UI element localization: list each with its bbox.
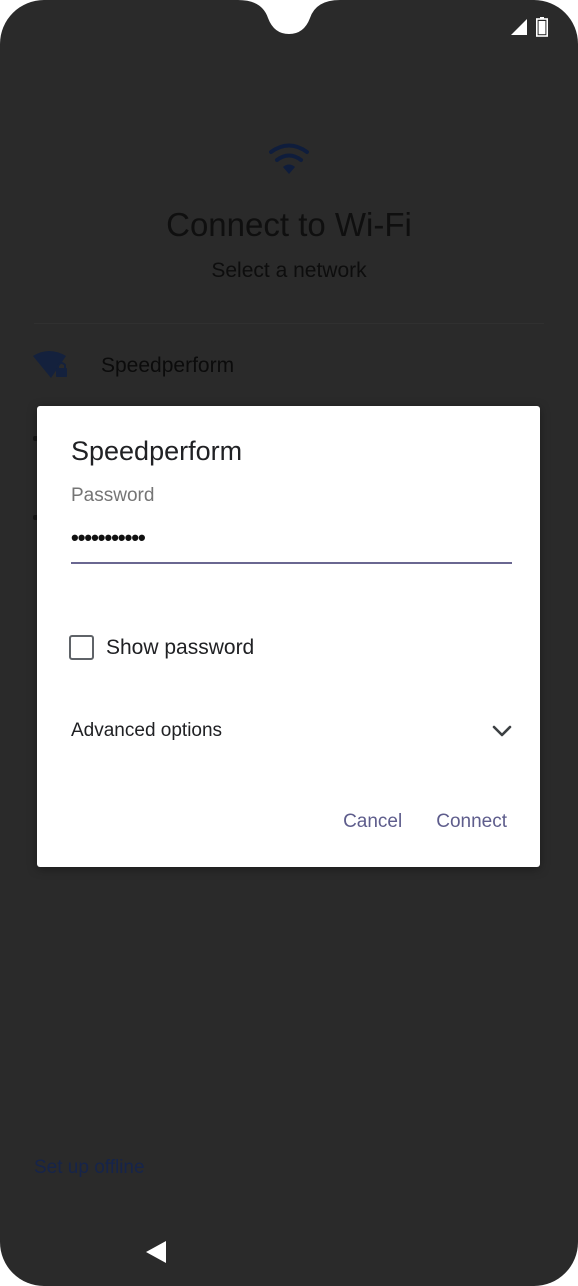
advanced-options-toggle[interactable]: Advanced options [71,714,512,748]
password-value: ••••••••••• [71,525,146,550]
dialog-actions: Cancel Connect [343,811,507,833]
back-icon[interactable] [146,1241,166,1263]
setup-offline-link[interactable]: Set up offline [34,1157,145,1179]
password-label: Password [71,485,155,506]
wifi-icon [269,143,309,174]
page-title: Connect to Wi-Fi [166,206,412,243]
network-list-item[interactable]: Speedperform [32,346,542,386]
page-subtitle: Select a network [211,259,367,282]
dialog-title: Speedperform [71,436,243,466]
phone-screen: Connect to Wi-Fi Select a network Speedp… [0,0,578,1286]
checkbox-box[interactable] [69,635,94,660]
connect-button[interactable]: Connect [436,811,507,833]
wifi-password-dialog: Speedperform Password ••••••••••• Show p… [37,406,540,867]
cancel-button[interactable]: Cancel [343,811,402,833]
show-password-label: Show password [106,635,255,659]
show-password-checkbox[interactable]: Show password [69,635,254,660]
network-name: Speedperform [101,354,235,377]
advanced-options-label: Advanced options [71,720,223,741]
wifi-lock-icon [33,351,67,378]
divider [34,323,544,324]
chevron-down-icon[interactable] [492,724,512,738]
